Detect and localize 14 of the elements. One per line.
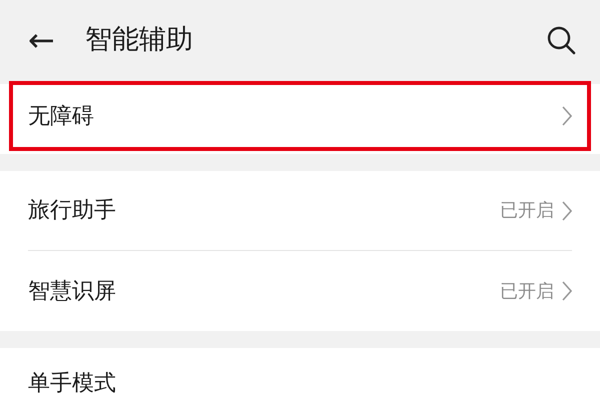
status-text: 已开启: [500, 199, 554, 223]
chevron-icon: [562, 106, 572, 126]
settings-row[interactable]: 旅行助手 已开启: [28, 171, 572, 251]
row-label: 无障碍: [28, 102, 95, 130]
chevron-icon: [562, 200, 572, 220]
search-button[interactable]: [546, 25, 576, 55]
status-text: 已开启: [500, 280, 554, 304]
chevron-icon: [562, 281, 572, 301]
row-label: 单手模式: [28, 370, 117, 398]
row-label: 智慧识屏: [28, 278, 117, 306]
back-button[interactable]: ←: [28, 24, 55, 56]
page-title: 智能辅助: [84, 22, 194, 57]
row-label: 旅行助手: [28, 197, 117, 225]
settings-row[interactable]: 智慧识屏 已开启: [28, 251, 572, 331]
